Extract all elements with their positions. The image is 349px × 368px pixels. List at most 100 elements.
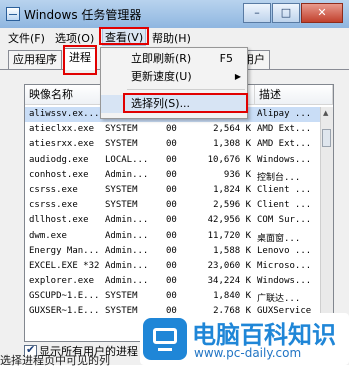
cell-user-name: Admin... <box>105 260 149 271</box>
cell-image-name: csrss.exe <box>29 184 78 195</box>
column-description[interactable]: 描述 <box>255 85 333 105</box>
menu-options[interactable]: 选项(O) <box>55 30 94 46</box>
cell-memory: 42,956 K <box>207 215 251 226</box>
cell-cpu: 00 <box>166 154 177 165</box>
watermark-title: 电脑百科知识 <box>192 321 336 349</box>
cell-cpu: 00 <box>166 230 177 241</box>
table-row[interactable]: GSCUPD~1.E... SYSTEM 00 1,840 K 广联达... <box>25 289 321 304</box>
table-row[interactable]: atieclxx.exe SYSTEM 00 2,564 K AMD Ext... <box>25 122 321 137</box>
cell-memory: 23,060 K <box>207 260 251 271</box>
cell-memory: 1,308 K <box>213 139 251 150</box>
cell-cpu: 00 <box>166 200 177 211</box>
cell-description: Client ... <box>257 200 312 211</box>
cell-image-name: dwm.exe <box>29 230 67 241</box>
cell-user-name: SYSTEM <box>105 139 138 150</box>
cell-user-name: Admin... <box>105 230 149 241</box>
scroll-thumb[interactable] <box>322 129 331 147</box>
cell-description: AMD Ext... <box>257 139 312 150</box>
cell-user-name: Admin... <box>105 276 149 287</box>
cell-image-name: explorer.exe <box>29 276 95 287</box>
cell-cpu: 00 <box>166 291 177 302</box>
cell-description: Client ... <box>257 184 312 195</box>
cell-image-name: dllhost.exe <box>29 215 89 226</box>
cell-user-name: SYSTEM <box>105 200 138 211</box>
cell-description: 广联达... <box>257 294 301 305</box>
cell-memory: 1,588 K <box>213 245 251 256</box>
cell-cpu: 00 <box>166 169 177 180</box>
watermark-url: www.pc-daily.com <box>194 346 302 360</box>
cell-description: Lenovo ... <box>257 245 312 256</box>
cell-image-name: EXCEL.EXE *32 <box>29 260 100 271</box>
cell-memory: 11,720 K <box>207 230 251 241</box>
process-list[interactable]: 映像名称 描述 aliwssv.ex... Alipay ... atieclxx.… <box>24 84 334 342</box>
cell-image-name: Energy Man... <box>29 245 100 256</box>
window-controls: – □ ✕ <box>242 3 343 23</box>
menu-help[interactable]: 帮助(H) <box>152 30 191 46</box>
menu-file[interactable]: 文件(F) <box>8 30 45 46</box>
menu-update-speed[interactable]: 更新速度(U) ▶ <box>101 68 247 86</box>
cell-image-name: atiesrxx.exe <box>29 139 95 150</box>
table-row[interactable]: audiodg.exe LOCAL... 00 10,676 K Windows... <box>25 153 321 168</box>
cell-description: Windows... <box>257 154 312 165</box>
cell-user-name: Admin... <box>105 169 149 180</box>
cell-user-name: SYSTEM <box>105 184 138 195</box>
table-row[interactable]: conhost.exe Admin... 00 936 K 控制台... <box>25 168 321 183</box>
table-row[interactable]: dllhost.exe Admin... 00 42,956 K COM Sur... <box>25 213 321 228</box>
cell-description: Alipay ... <box>257 109 312 119</box>
task-manager-icon <box>6 7 20 21</box>
cell-memory: 1,824 K <box>213 184 251 195</box>
minimize-button[interactable]: – <box>243 3 271 23</box>
monitor-logo-icon <box>143 318 187 360</box>
cell-user-name: SYSTEM <box>105 124 138 135</box>
cell-description: Windows... <box>257 276 312 287</box>
cell-cpu: 00 <box>166 245 177 256</box>
cell-cpu: 00 <box>166 215 177 226</box>
cell-memory: 10,676 K <box>207 154 251 165</box>
cell-cpu: 00 <box>166 276 177 287</box>
view-menu-highlight <box>99 27 149 45</box>
refresh-label: 立即刷新(R) <box>131 52 192 65</box>
cell-user-name: Admin... <box>105 215 149 226</box>
select-columns-highlight <box>123 93 248 113</box>
menu-separator <box>127 89 245 90</box>
maximize-button[interactable]: □ <box>272 3 300 23</box>
close-button[interactable]: ✕ <box>301 3 343 23</box>
menu-refresh-now[interactable]: 立即刷新(R) F5 <box>101 50 247 68</box>
table-row[interactable]: explorer.exe Admin... 00 34,224 K Windows... <box>25 274 321 289</box>
table-row[interactable]: dwm.exe Admin... 00 11,720 K 桌面窗... <box>25 229 321 244</box>
cell-memory: 1,840 K <box>213 291 251 302</box>
processes-tab-highlight <box>63 45 97 75</box>
table-row[interactable]: atiesrxx.exe SYSTEM 00 1,308 K AMD Ext... <box>25 137 321 152</box>
cell-image-name: audiodg.exe <box>29 154 89 165</box>
cell-user-name: SYSTEM <box>105 291 138 302</box>
cell-cpu: 00 <box>166 184 177 195</box>
table-row[interactable]: Energy Man... Admin... 00 1,588 K Lenovo ... <box>25 244 321 259</box>
process-rows: aliwssv.ex... Alipay ... atieclxx.exe SYSTE… <box>25 107 321 320</box>
tab-applications[interactable]: 应用程序 <box>8 50 62 69</box>
cell-cpu: 00 <box>166 124 177 135</box>
cell-cpu: 00 <box>166 260 177 271</box>
table-row[interactable]: csrss.exe SYSTEM 00 2,596 K Client ... <box>25 198 321 213</box>
update-speed-label: 更新速度(U) <box>131 70 192 83</box>
submenu-arrow-icon: ▶ <box>234 72 241 81</box>
vertical-scrollbar[interactable]: ▲ ▼ <box>320 107 333 341</box>
cell-image-name: conhost.exe <box>29 169 89 180</box>
cell-user-name: LOCAL... <box>105 154 149 165</box>
cell-image-name: aliwssv.ex... <box>29 109 100 119</box>
cell-description: COM Sur... <box>257 215 312 226</box>
cell-description: 控制台... <box>257 172 301 183</box>
table-row[interactable]: EXCEL.EXE *32 Admin... 00 23,060 K Microso..… <box>25 259 321 274</box>
cell-memory: 2,564 K <box>213 124 251 135</box>
cell-user-name: Admin... <box>105 245 149 256</box>
cell-memory: 936 K <box>223 169 251 180</box>
scroll-up-icon[interactable]: ▲ <box>323 109 328 117</box>
cell-image-name: GUXSER~1.E... <box>29 306 100 317</box>
cell-memory: 2,596 K <box>213 200 251 211</box>
window-title: Windows 任务管理器 <box>24 8 142 22</box>
title-bar: Windows 任务管理器 – □ ✕ <box>0 0 349 29</box>
cell-image-name: atieclxx.exe <box>29 124 95 135</box>
refresh-shortcut: F5 <box>219 52 233 65</box>
menu-bar: 文件(F) 选项(O) 查看(V) 帮助(H) <box>0 28 349 47</box>
table-row[interactable]: csrss.exe SYSTEM 00 1,824 K Client ... <box>25 183 321 198</box>
cell-memory: 34,224 K <box>207 276 251 287</box>
